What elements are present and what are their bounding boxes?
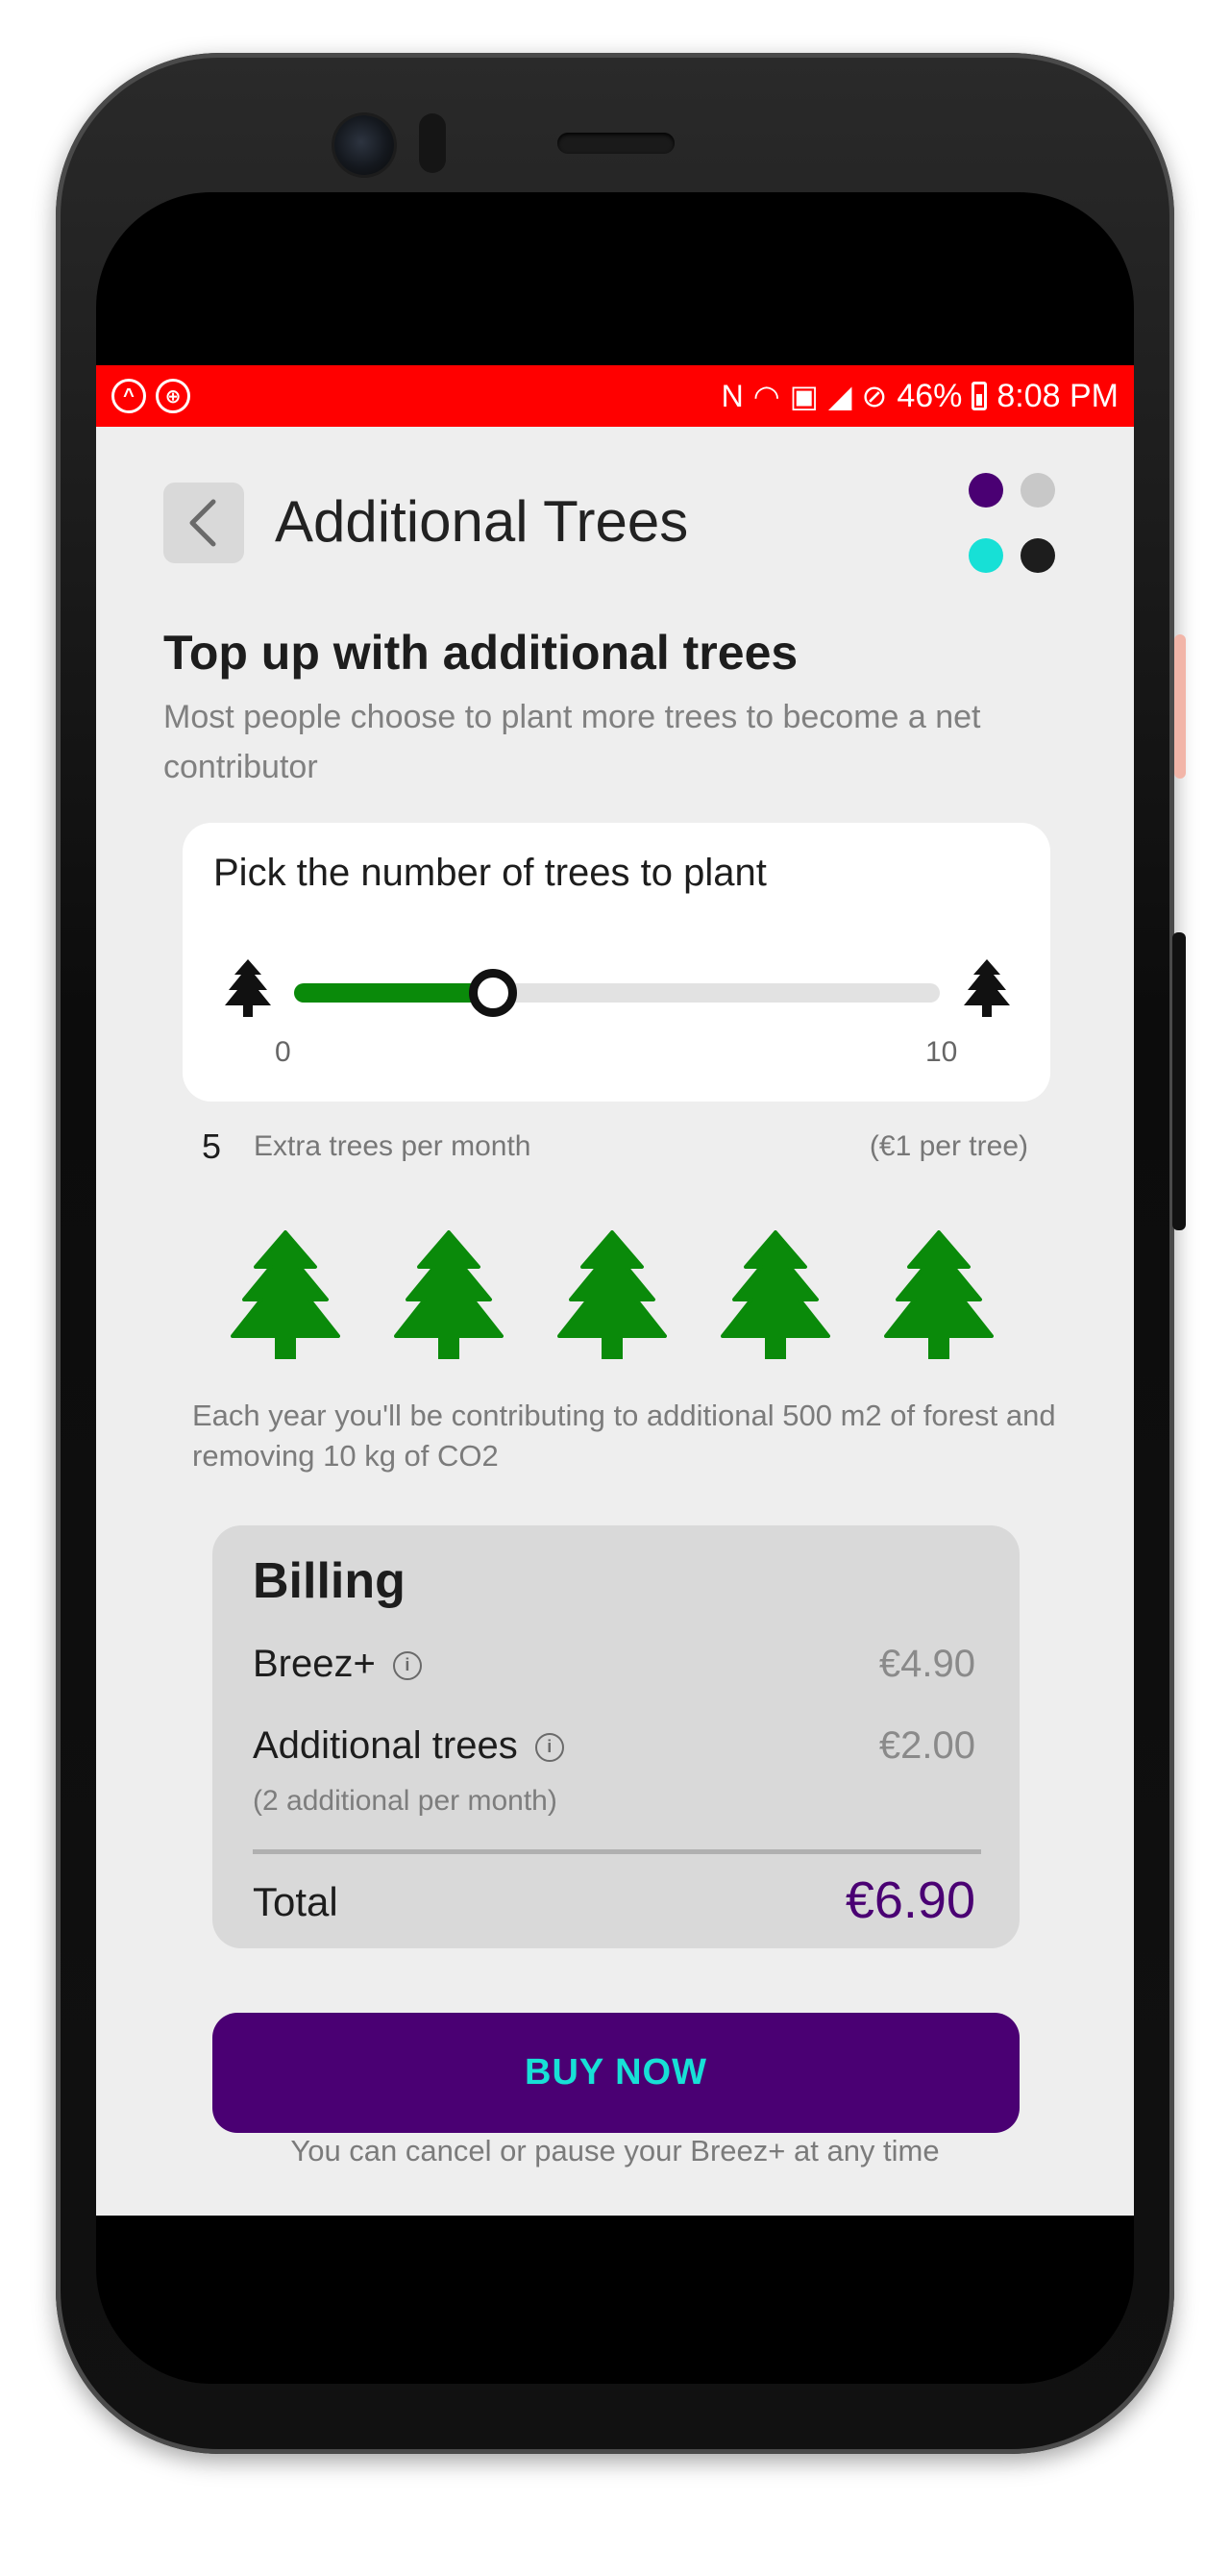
info-icon[interactable]: i (392, 1651, 422, 1681)
front-camera (334, 115, 394, 175)
total-amount: €6.90 (845, 1871, 975, 1929)
battery-percent: 46% (897, 377, 963, 414)
slider-label: Pick the number of trees to plant (213, 852, 767, 894)
slider-fill (294, 983, 498, 1003)
billing-line-amount: €4.90 (878, 1643, 975, 1685)
billing-divider (253, 1849, 981, 1854)
earpiece-speaker (557, 133, 675, 154)
tree-count-row: 5 Extra trees per month (€1 per tree) (202, 1127, 1028, 1169)
billing-line-label: Additional trees (253, 1724, 518, 1767)
section-title: Top up with additional trees (163, 626, 799, 680)
pine-tree-icon (394, 1230, 504, 1359)
badge-notification-icon: ⊕ (156, 379, 190, 413)
theme-dot-gray[interactable] (1021, 473, 1055, 508)
billing-line-breez-plus: Breez+ i (253, 1643, 422, 1686)
page-title: Additional Trees (275, 489, 689, 554)
billing-line-amount: €2.00 (878, 1724, 975, 1767)
battery-icon (972, 382, 988, 410)
buy-now-button[interactable]: BUY NOW (212, 2013, 1020, 2133)
billing-card: Billing Breez+ i €4.90 Additional trees i … (212, 1525, 1020, 1948)
tree-slider-card: Pick the number of trees to plant 0 10 (183, 823, 1050, 1102)
app-screen: ^ ⊕ N ◠ ▣ ◢ ⊘ 46% 8:08 PM Additional Tre… (96, 365, 1134, 2216)
sim-icon: ▣ (789, 379, 819, 413)
wifi-icon: ◠ (752, 379, 780, 413)
impact-text: Each year you'll be contributing to addi… (192, 1399, 1056, 1473)
clock: 8:08 PM (996, 377, 1119, 414)
theme-dot-teal[interactable] (969, 538, 1003, 573)
device-frame: ^ ⊕ N ◠ ▣ ◢ ⊘ 46% 8:08 PM Additional Tre… (0, 0, 1230, 2576)
chevron-left-icon (189, 499, 216, 547)
theme-dot-purple[interactable] (969, 473, 1003, 508)
back-button[interactable] (163, 483, 244, 563)
power-button (1174, 634, 1186, 779)
pine-tree-icon (231, 1230, 340, 1359)
volume-button (1172, 932, 1186, 1230)
billing-title: Billing (253, 1553, 406, 1609)
tree-illustration-row (231, 1230, 999, 1365)
slider-track[interactable] (294, 983, 940, 1003)
nfc-icon: N (721, 379, 744, 413)
proximity-sensor (419, 113, 446, 173)
slider-max-label: 10 (925, 1036, 958, 1068)
billing-line-subtext: (2 additional per month) (253, 1785, 557, 1817)
price-per-tree: (€1 per tree) (869, 1130, 1028, 1162)
pine-tree-icon (557, 1230, 667, 1359)
app-notification-icon: ^ (111, 379, 146, 413)
slider-min-label: 0 (275, 1036, 291, 1068)
info-icon[interactable]: i (534, 1733, 564, 1763)
signal-icon: ◢ (827, 379, 852, 413)
status-bar: ^ ⊕ N ◠ ▣ ◢ ⊘ 46% 8:08 PM (96, 365, 1134, 427)
cancel-note: You can cancel or pause your Breez+ at a… (290, 2134, 940, 2167)
pine-tree-icon (721, 1230, 830, 1359)
tree-count-value: 5 (202, 1127, 222, 1166)
tree-min-icon (225, 959, 271, 1017)
theme-dot-black[interactable] (1021, 538, 1055, 573)
do-not-disturb-icon: ⊘ (861, 379, 888, 413)
billing-line-additional-trees: Additional trees i (253, 1724, 564, 1768)
app-header: Additional Trees (96, 427, 1134, 619)
billing-line-label: Breez+ (253, 1643, 376, 1685)
slider-thumb[interactable] (469, 969, 517, 1017)
tree-count-label: Extra trees per month (254, 1130, 531, 1162)
section-subtitle: Most people choose to plant more trees t… (163, 699, 981, 785)
tree-max-icon (964, 959, 1010, 1017)
total-label: Total (253, 1879, 338, 1924)
pine-tree-icon (884, 1230, 994, 1359)
